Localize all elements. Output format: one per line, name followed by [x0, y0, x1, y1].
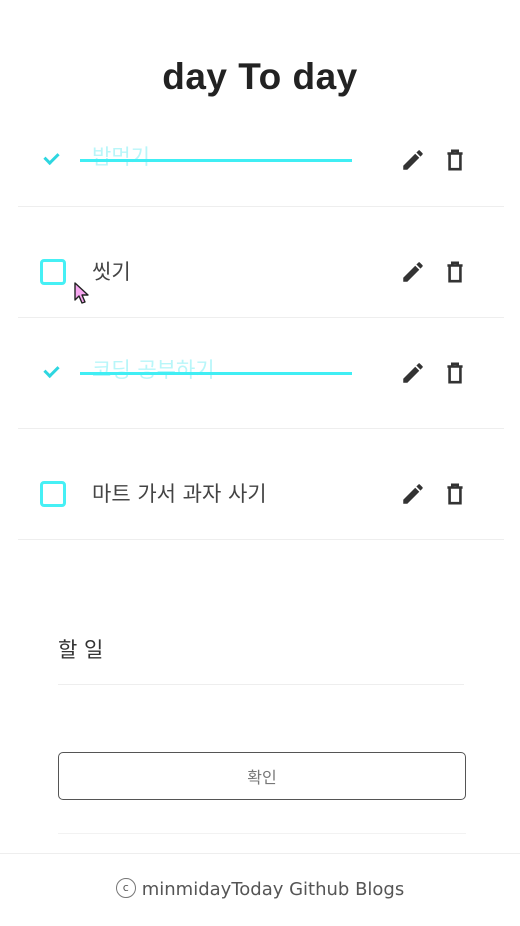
pencil-icon[interactable]: [400, 147, 426, 173]
todo-item: 밥먹기: [18, 105, 504, 207]
todo-text: 밥먹기: [92, 145, 150, 169]
trash-icon[interactable]: [442, 481, 468, 507]
todo-text: 코딩 공부하기: [92, 358, 215, 382]
trash-icon[interactable]: [442, 259, 468, 285]
divider: [58, 833, 466, 834]
pencil-icon[interactable]: [400, 360, 426, 386]
confirm-button[interactable]: 확인: [58, 752, 466, 800]
mouse-cursor-icon: [74, 282, 89, 304]
todo-item: 코딩 공부하기: [18, 318, 504, 429]
todo-checkbox-checked[interactable]: [40, 358, 66, 384]
strikethrough-line: [80, 372, 352, 375]
todo-checkbox[interactable]: [40, 259, 66, 285]
todo-checkbox-checked[interactable]: [40, 145, 66, 171]
pencil-icon[interactable]: [400, 481, 426, 507]
todo-list: 밥먹기 씻기 코딩 공부하기 마트 가서 과자 사기: [18, 105, 504, 540]
new-todo-input[interactable]: [58, 638, 464, 662]
pencil-icon[interactable]: [400, 259, 426, 285]
trash-icon[interactable]: [442, 360, 468, 386]
footer: c minmidayToday Github Blogs: [0, 853, 520, 917]
trash-icon[interactable]: [442, 147, 468, 173]
todo-text: 씻기: [92, 260, 131, 284]
footer-text[interactable]: minmidayToday Github Blogs: [142, 879, 405, 900]
todo-item: 마트 가서 과자 사기: [18, 429, 504, 540]
todo-checkbox[interactable]: [40, 481, 66, 507]
todo-text: 마트 가서 과자 사기: [92, 482, 267, 506]
strikethrough-line: [80, 159, 352, 162]
new-todo-field: [58, 630, 464, 685]
copyright-icon: c: [115, 878, 136, 898]
app-title: day To day: [162, 56, 358, 97]
